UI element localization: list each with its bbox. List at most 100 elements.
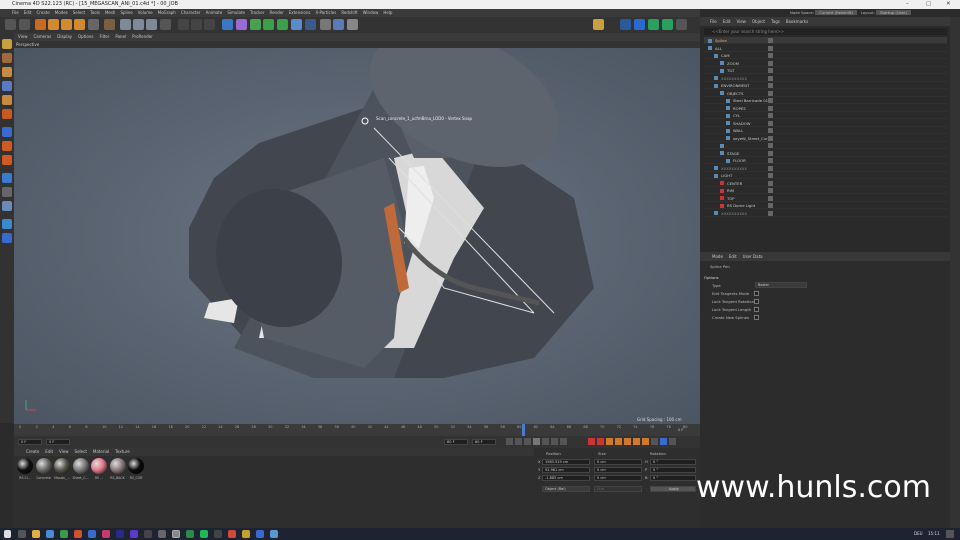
coordinate-icon[interactable] xyxy=(104,19,115,30)
lock-workplane-icon[interactable] xyxy=(2,187,12,197)
size-mode-select[interactable]: Size xyxy=(594,486,642,492)
live-selection-icon[interactable] xyxy=(35,19,46,30)
object-row[interactable]: ZOOM xyxy=(704,60,947,67)
visibility-dots[interactable] xyxy=(768,180,773,186)
material-ball[interactable] xyxy=(35,458,52,474)
app-icon-10[interactable] xyxy=(186,530,194,538)
material-ball[interactable] xyxy=(128,458,144,474)
position-field[interactable]: 92.961 cm xyxy=(542,467,590,473)
object-menu-item-1[interactable]: Edit xyxy=(723,17,731,26)
move-icon[interactable] xyxy=(48,19,59,30)
material-ball[interactable] xyxy=(17,458,33,474)
object-row[interactable]: LIGHT xyxy=(704,172,947,180)
playhead[interactable] xyxy=(522,424,525,436)
object-row[interactable]: XXXXXXXXXX xyxy=(704,165,947,172)
object-menu-item-0[interactable]: File xyxy=(710,17,717,26)
menu-item-2[interactable]: Create xyxy=(36,9,49,17)
menu-item-8[interactable]: Volume xyxy=(138,9,153,17)
scale-key-icon[interactable] xyxy=(624,438,631,445)
position-field[interactable]: 1983.519 cm xyxy=(542,459,590,465)
size-field[interactable]: 0 cm xyxy=(594,475,642,481)
apply-button[interactable]: Apply xyxy=(650,486,696,492)
material-ball[interactable] xyxy=(54,458,70,474)
app-icon-5[interactable] xyxy=(102,530,110,538)
z-axis-icon[interactable] xyxy=(146,19,157,30)
object-mode-icon[interactable] xyxy=(2,109,12,119)
app-icon-3[interactable] xyxy=(74,530,82,538)
object-row[interactable]: XXXXXXXXXX xyxy=(704,210,947,217)
cube-icon[interactable] xyxy=(222,19,233,30)
menu-item-18[interactable]: Window xyxy=(363,9,379,17)
menu-item-5[interactable]: Tools xyxy=(90,9,100,17)
position-key-icon[interactable] xyxy=(615,438,622,445)
visibility-dots[interactable] xyxy=(768,98,773,103)
object-row[interactable]: ENVIRONMENT xyxy=(704,82,947,90)
visibility-dots[interactable] xyxy=(768,53,773,58)
snap-icon[interactable] xyxy=(2,127,12,137)
subdivision-icon[interactable] xyxy=(250,19,261,30)
app-icon-11[interactable] xyxy=(214,530,222,538)
polygon-mode-icon[interactable] xyxy=(2,95,12,105)
material-menu-item-2[interactable]: View xyxy=(59,448,69,456)
material-menu-item-4[interactable]: Material xyxy=(93,448,109,456)
rotation-field[interactable]: 0 ° xyxy=(650,475,696,481)
material-menu-item-3[interactable]: Select xyxy=(75,448,87,456)
app-icon-9[interactable] xyxy=(158,530,166,538)
menu-item-19[interactable]: Help xyxy=(383,9,392,17)
material-menu-item-5[interactable]: Texture xyxy=(115,448,130,456)
x-axis-icon[interactable] xyxy=(120,19,131,30)
visibility-dots[interactable] xyxy=(768,150,773,156)
menu-item-3[interactable]: Modes xyxy=(55,9,68,17)
viewport-3d[interactable]: Scan_concrete_1_ucfmBrna_LOD0 - Vertex S… xyxy=(14,48,700,424)
object-row[interactable]: Steel Barricade 01 xyxy=(704,97,947,105)
go-to-start-icon[interactable] xyxy=(506,438,513,445)
side-tabs[interactable] xyxy=(950,17,960,528)
object-row[interactable]: FLOOR xyxy=(704,157,947,165)
object-row[interactable]: RIM xyxy=(704,187,947,195)
scene-icon[interactable] xyxy=(305,19,316,30)
viewport-menu-item-2[interactable]: Display xyxy=(57,33,72,41)
object-row[interactable]: Spline xyxy=(704,37,947,45)
world-coord-icon[interactable] xyxy=(160,19,171,30)
texture-mode-icon[interactable] xyxy=(2,53,12,63)
object-row[interactable]: - xyxy=(704,142,947,150)
object-row[interactable]: XXXXXXXXXX xyxy=(704,75,947,82)
undo-icon[interactable] xyxy=(5,19,16,30)
material-menu-item-1[interactable]: Edit xyxy=(45,448,53,456)
light-icon[interactable] xyxy=(333,19,344,30)
spotify-icon[interactable] xyxy=(200,530,208,538)
menu-item-10[interactable]: Character xyxy=(181,9,201,17)
visibility-dots[interactable] xyxy=(768,173,773,178)
coord-mode-select[interactable]: Object (Rel) xyxy=(542,486,590,492)
object-row[interactable]: TOP xyxy=(704,195,947,202)
object-menu-item-5[interactable]: Bookmarks xyxy=(786,17,808,26)
app-icon-1[interactable] xyxy=(46,530,54,538)
menu-item-16[interactable]: X-Particles xyxy=(315,9,336,17)
visibility-dots[interactable] xyxy=(768,90,773,96)
object-row[interactable]: OBJECTS xyxy=(704,90,947,97)
object-menu-item-2[interactable]: View xyxy=(736,17,746,26)
object-row[interactable]: xeyeW_Street_Curbs xyxy=(704,135,947,142)
visibility-dots[interactable] xyxy=(768,143,773,148)
app-icon-8[interactable] xyxy=(144,530,152,538)
y-axis-icon[interactable] xyxy=(133,19,144,30)
viewport-menu-item-1[interactable]: Cameras xyxy=(34,33,52,41)
option-checkbox[interactable] xyxy=(754,299,759,304)
menu-item-0[interactable]: File xyxy=(12,9,19,17)
viewport-menu-item-0[interactable]: View xyxy=(18,33,28,41)
position-field[interactable]: -1.883 cm xyxy=(542,475,590,481)
render-view-icon[interactable] xyxy=(178,19,189,30)
visibility-dots[interactable] xyxy=(768,83,773,88)
visibility-dots[interactable] xyxy=(768,210,773,216)
redshift-icon[interactable] xyxy=(620,19,631,30)
lamp-icon[interactable] xyxy=(347,19,358,30)
option-checkbox[interactable] xyxy=(754,307,759,312)
object-row[interactable]: CENTER xyxy=(704,180,947,187)
solo-icon[interactable] xyxy=(2,141,12,151)
object-row[interactable]: STAGE xyxy=(704,150,947,157)
camera-icon[interactable] xyxy=(320,19,331,30)
record-icon[interactable] xyxy=(588,438,595,445)
edge-mode-icon[interactable] xyxy=(2,81,12,91)
visibility-dots[interactable] xyxy=(768,75,773,81)
next-key-icon[interactable] xyxy=(551,438,558,445)
